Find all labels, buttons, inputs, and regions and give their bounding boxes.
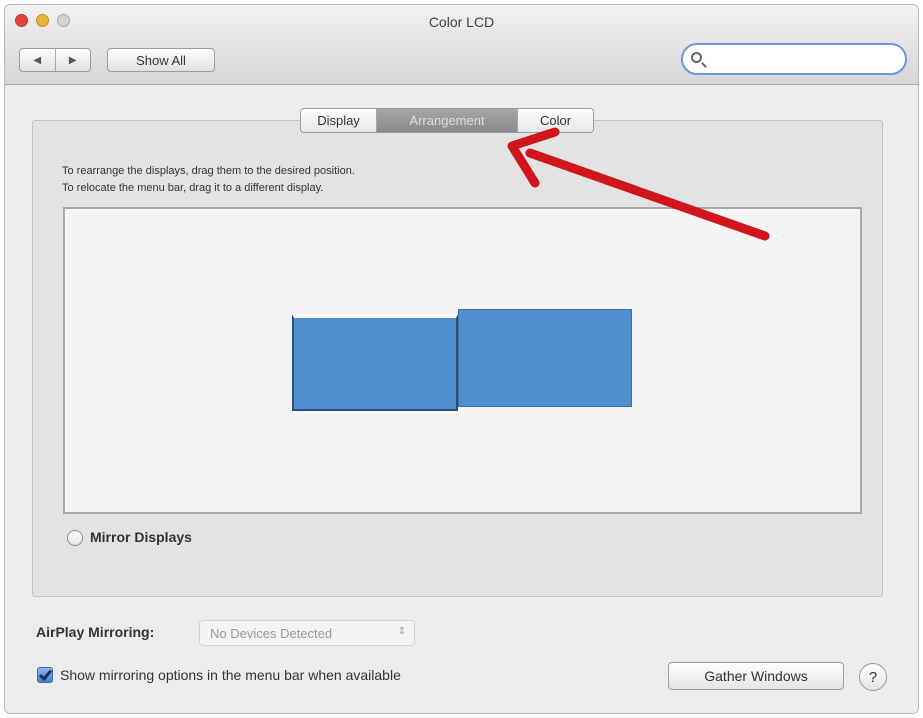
back-forward-group: ◀ ▶ bbox=[19, 48, 91, 72]
search-input[interactable] bbox=[709, 49, 901, 71]
menu-bar-indicator[interactable] bbox=[294, 314, 456, 317]
instruction-line-menubar: To relocate the menu bar, drag it to a d… bbox=[62, 182, 324, 194]
show-mirroring-checkbox[interactable] bbox=[37, 667, 53, 683]
mirror-displays-label: Mirror Displays bbox=[90, 529, 192, 545]
gather-windows-button[interactable]: Gather Windows bbox=[668, 662, 844, 690]
tab-bar: Display Arrangement Color bbox=[300, 108, 594, 133]
window-title: Color LCD bbox=[428, 14, 495, 30]
tab-display[interactable]: Display bbox=[301, 109, 376, 132]
show-all-button[interactable]: Show All bbox=[107, 48, 215, 72]
updown-arrows-icon: ⇕ bbox=[397, 626, 406, 637]
help-icon[interactable]: ? bbox=[859, 663, 887, 691]
arrangement-instructions: To rearrange the displays, drag them to … bbox=[62, 163, 355, 197]
display-primary[interactable] bbox=[292, 314, 458, 411]
airplay-mirroring-label: AirPlay Mirroring: bbox=[36, 624, 155, 640]
tab-arrangement[interactable]: Arrangement bbox=[376, 109, 517, 132]
search-icon bbox=[691, 52, 702, 63]
airplay-device-popup[interactable]: No Devices Detected ⇕ bbox=[199, 620, 415, 646]
back-button[interactable]: ◀ bbox=[20, 49, 55, 71]
display-arrangement-area bbox=[63, 207, 862, 514]
airplay-device-value: No Devices Detected bbox=[210, 625, 333, 641]
mirror-displays-checkbox[interactable] bbox=[67, 530, 83, 546]
show-mirroring-label: Show mirroring options in the menu bar w… bbox=[60, 667, 401, 683]
tab-color[interactable]: Color bbox=[517, 109, 593, 132]
search-field[interactable] bbox=[681, 43, 907, 75]
titlebar: Color LCD ◀ ▶ Show All bbox=[5, 5, 918, 85]
forward-button[interactable]: ▶ bbox=[54, 49, 91, 71]
display-secondary[interactable] bbox=[458, 309, 632, 407]
instruction-line-rearrange: To rearrange the displays, drag them to … bbox=[62, 165, 355, 177]
